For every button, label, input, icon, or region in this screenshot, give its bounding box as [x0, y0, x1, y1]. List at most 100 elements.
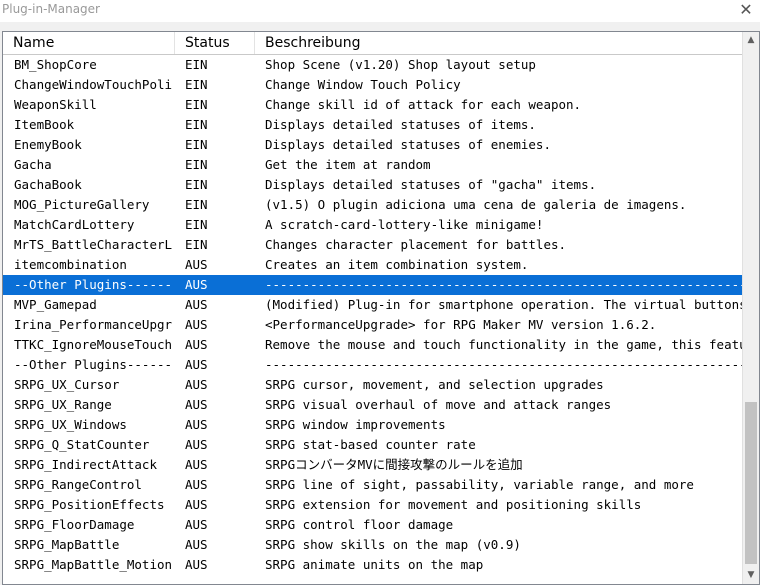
plugin-name: Gacha: [14, 157, 52, 172]
plugin-name: BM_ShopCore: [14, 57, 97, 72]
plugin-description: <PerformanceUpgrade> for RPG Maker MV ve…: [265, 317, 657, 332]
plugin-row[interactable]: SRPG_UX_Range AUS SRPG visual overhaul of …: [3, 395, 745, 415]
plugin-list[interactable]: Name Status Beschreibung BM_ShopCore EIN S…: [2, 31, 760, 585]
plugin-status: AUS: [185, 317, 208, 332]
plugin-row[interactable]: SRPG_Q_StatCounter AUS SRPG stat-based cou…: [3, 435, 745, 455]
scroll-up-icon[interactable]: ▲: [743, 32, 759, 49]
plugin-row[interactable]: SRPG_UX_Cursor AUS SRPG cursor, movement, …: [3, 375, 745, 395]
plugin-status: EIN: [185, 157, 208, 172]
plugin-row[interactable]: --Other Plugins-------- AUS --------------…: [3, 275, 745, 295]
plugin-row[interactable]: Irina_PerformanceUpgr… AUS <PerformanceUpg…: [3, 315, 745, 335]
plugin-description: Displays detailed statuses of "gacha" it…: [265, 177, 597, 192]
plugin-status: EIN: [185, 97, 208, 112]
column-header-description[interactable]: Beschreibung: [255, 32, 745, 54]
plugin-description: A scratch-card-lottery-like minigame!: [265, 217, 544, 232]
plugin-description: ----------------------------------------…: [265, 357, 743, 372]
plugin-status: AUS: [185, 257, 208, 272]
plugin-row[interactable]: SRPG_FloorDamage AUS SRPG control floor da…: [3, 515, 745, 535]
close-icon[interactable]: ✕: [736, 0, 756, 20]
plugin-status: AUS: [185, 297, 208, 312]
plugin-description: SRPG show skills on the map (v0.9): [265, 537, 521, 552]
plugin-name: --Other Plugins--------: [14, 277, 172, 292]
plugin-row[interactable]: SRPG_IndirectAttack AUS SRPGコンバータMVに間接攻撃のル…: [3, 455, 745, 475]
plugin-status: AUS: [185, 477, 208, 492]
plugin-name: itemcombination: [14, 257, 127, 272]
plugin-status: AUS: [185, 557, 208, 572]
window-title: Plug-in-Manager: [2, 2, 100, 16]
plugin-status: AUS: [185, 497, 208, 512]
plugin-status: EIN: [185, 137, 208, 152]
plugin-row[interactable]: MOG_PictureGallery EIN (v1.5) O plugin adi…: [3, 195, 745, 215]
plugin-status: EIN: [185, 237, 208, 252]
plugin-row[interactable]: GachaBook EIN Displays detailed statuses o…: [3, 175, 745, 195]
plugin-row[interactable]: MVP_Gamepad AUS (Modified) Plug-in for sma…: [3, 295, 745, 315]
plugin-name: ChangeWindowTouchPolicy: [14, 77, 172, 92]
plugin-name: EnemyBook: [14, 137, 82, 152]
plugin-description: SRPG cursor, movement, and selection upg…: [265, 377, 604, 392]
plugin-row[interactable]: SRPG_UX_Windows AUS SRPG window improvemen…: [3, 415, 745, 435]
plugin-status: EIN: [185, 197, 208, 212]
plugin-row[interactable]: SRPG_MapBattle_Motions AUS SRPG animate un…: [3, 555, 745, 575]
plugin-row[interactable]: SRPG_RangeControl AUS SRPG line of sight, …: [3, 475, 745, 495]
plugin-name: MVP_Gamepad: [14, 297, 97, 312]
plugin-name: SRPG_UX_Range: [14, 397, 112, 412]
plugin-row[interactable]: WeaponSkill EIN Change skill id of attack …: [3, 95, 745, 115]
plugin-row[interactable]: MrTS_BattleCharacterL… EIN Changes charact…: [3, 235, 745, 255]
column-header-name[interactable]: Name: [3, 32, 175, 54]
plugin-row[interactable]: --Other Plugins-------- AUS --------------…: [3, 355, 745, 375]
plugin-description: Shop Scene (v1.20) Shop layout setup: [265, 57, 536, 72]
plugin-status: EIN: [185, 217, 208, 232]
plugin-row[interactable]: SRPG_MapBattle AUS SRPG show skills on the…: [3, 535, 745, 555]
plugin-description: Get the item at random: [265, 157, 431, 172]
plugin-status: AUS: [185, 417, 208, 432]
plugin-row[interactable]: TTKC_IgnoreMouseTouch AUS Remove the mouse…: [3, 335, 745, 355]
plugin-description: SRPG control floor damage: [265, 517, 454, 532]
plugin-name: MOG_PictureGallery: [14, 197, 150, 212]
plugin-description: (v1.5) O plugin adiciona uma cena de gal…: [265, 197, 687, 212]
plugin-name: --Other Plugins--------: [14, 357, 172, 372]
plugin-row[interactable]: ChangeWindowTouchPolicy EIN Change Window …: [3, 75, 745, 95]
plugin-description: Displays detailed statuses of items.: [265, 117, 536, 132]
plugin-description: ----------------------------------------…: [265, 277, 743, 292]
plugin-status: AUS: [185, 277, 208, 292]
plugin-status: AUS: [185, 357, 208, 372]
plugin-row[interactable]: MatchCardLottery EIN A scratch-card-lotter…: [3, 215, 745, 235]
plugin-description: SRPG animate units on the map: [265, 557, 484, 572]
vertical-scrollbar[interactable]: ▲ ▼: [742, 32, 759, 584]
plugin-name: SRPG_UX_Windows: [14, 417, 127, 432]
plugin-row[interactable]: itemcombination AUS Creates an item combin…: [3, 255, 745, 275]
plugin-row[interactable]: Gacha EIN Get the item at random: [3, 155, 745, 175]
plugin-name: SRPG_RangeControl: [14, 477, 142, 492]
plugin-description: Creates an item combination system.: [265, 257, 529, 272]
scroll-down-icon[interactable]: ▼: [743, 567, 759, 584]
plugin-row[interactable]: SRPG_PositionEffects AUS SRPG extension fo…: [3, 495, 745, 515]
column-header-status[interactable]: Status: [175, 32, 255, 54]
plugin-row[interactable]: ItemBook EIN Displays detailed statuses of…: [3, 115, 745, 135]
plugin-description: SRPG line of sight, passability, variabl…: [265, 477, 694, 492]
plugin-description: Remove the mouse and touch functionality…: [265, 337, 743, 352]
plugin-description: SRPG extension for movement and position…: [265, 497, 642, 512]
plugin-status: AUS: [185, 537, 208, 552]
plugin-name: Irina_PerformanceUpgr…: [14, 317, 172, 332]
plugin-status: AUS: [185, 517, 208, 532]
scroll-thumb[interactable]: [745, 402, 757, 564]
title-bar: Plug-in-Manager ✕: [0, 0, 760, 22]
plugin-status: EIN: [185, 177, 208, 192]
plugin-name: ItemBook: [14, 117, 75, 132]
plugin-name: SRPG_Q_StatCounter: [14, 437, 150, 452]
plugin-name: SRPG_FloorDamage: [14, 517, 135, 532]
plugin-description: Change skill id of attack for each weapo…: [265, 97, 582, 112]
plugin-status: AUS: [185, 457, 208, 472]
plugin-row[interactable]: BM_ShopCore EIN Shop Scene (v1.20) Shop la…: [3, 55, 745, 75]
plugin-name: SRPG_MapBattle: [14, 537, 120, 552]
plugin-description: SRPGコンバータMVに間接攻撃のルールを追加: [265, 457, 523, 472]
plugin-status: EIN: [185, 77, 208, 92]
plugin-name: TTKC_IgnoreMouseTouch: [14, 337, 172, 352]
plugin-row[interactable]: EnemyBook EIN Displays detailed statuses o…: [3, 135, 745, 155]
list-header: Name Status Beschreibung: [3, 32, 745, 55]
plugin-status: AUS: [185, 437, 208, 452]
plugin-status: AUS: [185, 377, 208, 392]
plugin-description: (Modified) Plug-in for smartphone operat…: [265, 297, 743, 312]
plugin-status: EIN: [185, 57, 208, 72]
plugin-name: SRPG_UX_Cursor: [14, 377, 120, 392]
